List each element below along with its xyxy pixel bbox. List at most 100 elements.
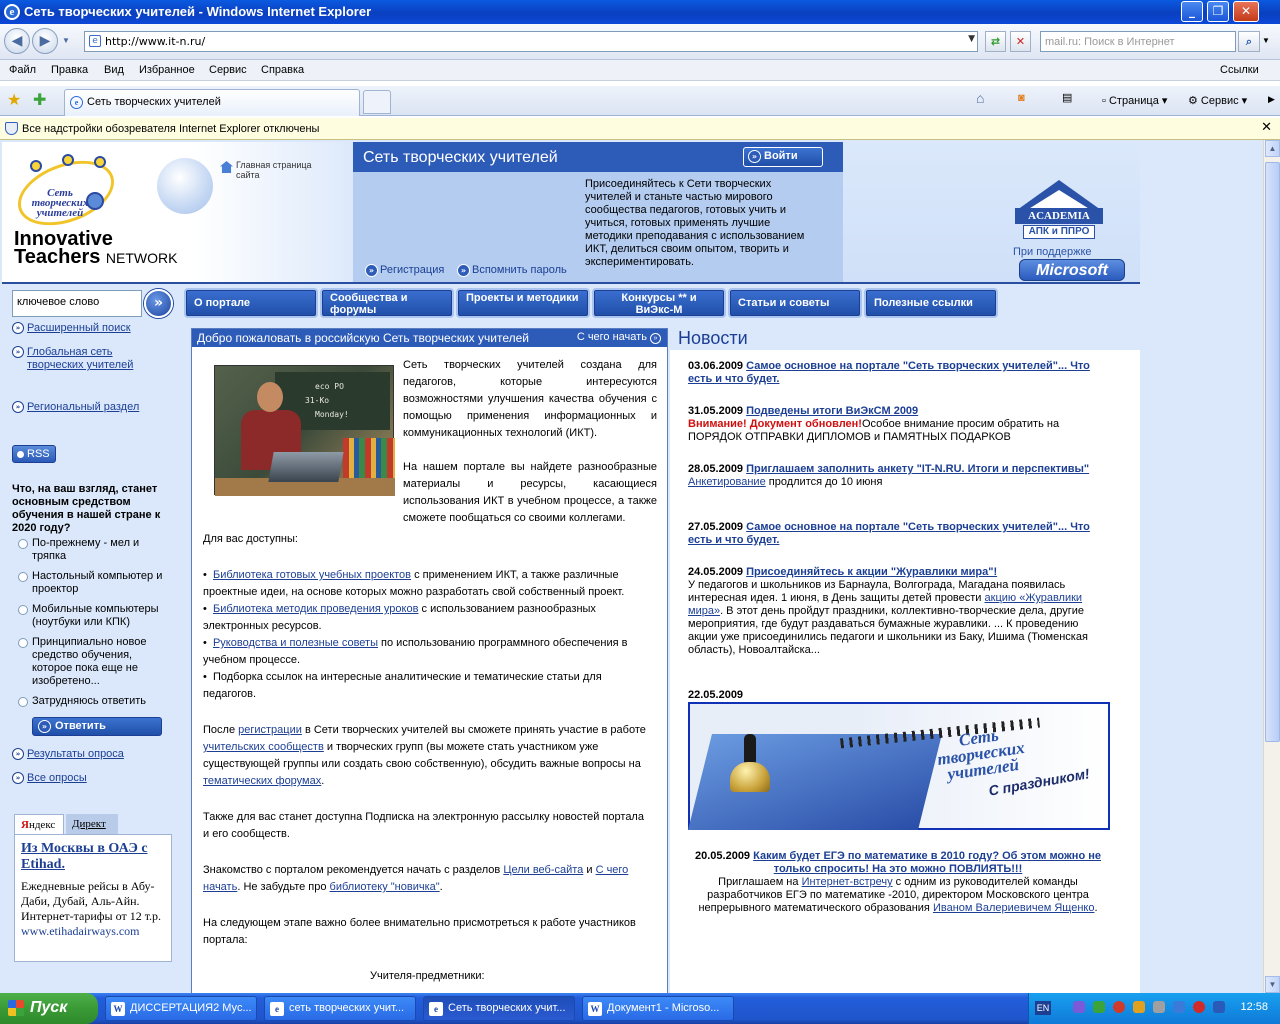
refresh-button[interactable]: ⇄: [985, 31, 1006, 52]
nav-tab-articles[interactable]: Статьи и советы: [728, 288, 862, 318]
academia-logo[interactable]: ACADEMIA АПК и ППРО: [1015, 180, 1103, 242]
ad-title[interactable]: Из Москвы в ОАЭ с Etihad.: [21, 841, 165, 873]
guides-link[interactable]: Руководства и полезные советы: [213, 637, 378, 649]
search-button[interactable]: ⌕: [1238, 31, 1260, 52]
language-indicator[interactable]: EN: [1035, 1001, 1051, 1015]
taskbar-item[interactable]: e сеть творческих учит...: [264, 996, 416, 1021]
tray-icon[interactable]: [1153, 1001, 1165, 1013]
address-input[interactable]: e http://www.it-n.ru/ ▼: [84, 31, 978, 52]
register-link[interactable]: » Регистрация: [365, 264, 444, 277]
radio-button[interactable]: [18, 539, 28, 549]
poll-option[interactable]: Затрудняюсь ответить: [18, 695, 168, 708]
taskbar-item-active[interactable]: e Сеть творческих учит...: [423, 996, 575, 1021]
rss-button[interactable]: RSS: [12, 445, 56, 463]
forums-link[interactable]: тематических форумах: [203, 775, 321, 787]
menu-favorites[interactable]: Избранное: [139, 64, 195, 76]
news-title-link[interactable]: Самое основное на портале "Сеть творческ…: [688, 521, 1090, 546]
news-title-link[interactable]: Присоединяйтесь к акции "Журавлики мира"…: [746, 566, 997, 578]
scroll-thumb[interactable]: [1265, 162, 1280, 742]
page-menu[interactable]: ▫ Страница ▾: [1102, 94, 1167, 107]
poll-answer-button[interactable]: » Ответить: [32, 717, 162, 736]
lessons-library-link[interactable]: Библиотека методик проведения уроков: [213, 603, 418, 615]
home-icon[interactable]: ⌂: [976, 90, 984, 106]
newbie-library-link[interactable]: библиотеку "новичка": [330, 881, 440, 893]
nav-tab-communities[interactable]: Сообщества и форумы: [320, 288, 454, 318]
brand-name[interactable]: Innovative Teachers NETWORK: [14, 229, 177, 267]
poll-option[interactable]: Настольный компьютер и проектор: [18, 570, 168, 596]
advanced-search-link[interactable]: » Расширенный поиск: [12, 322, 131, 335]
minimize-button[interactable]: _: [1181, 1, 1203, 22]
nav-tab-contests[interactable]: Конкурсы ** и ВиЭкс-М: [592, 288, 726, 318]
registration-link[interactable]: регистрации: [238, 724, 302, 736]
global-network-link[interactable]: » Глобальная сеть творческих учителей: [12, 346, 152, 372]
news-title-link[interactable]: Каким будет ЕГЭ по математике в 2010 год…: [753, 850, 1101, 875]
online-meeting-link[interactable]: Интернет-встречу: [802, 876, 893, 888]
menu-view[interactable]: Вид: [104, 64, 124, 76]
menu-help[interactable]: Справка: [261, 64, 304, 76]
communities-link[interactable]: учительских сообществ: [203, 741, 324, 753]
regional-section-link[interactable]: » Региональный раздел: [12, 401, 139, 414]
poll-results-link[interactable]: » Результаты опроса: [12, 748, 124, 761]
tray-icon[interactable]: [1093, 1001, 1105, 1013]
yaschenko-link[interactable]: Иваном Валериевичем Ященко: [933, 902, 1095, 914]
close-button[interactable]: ✕: [1233, 1, 1259, 22]
menu-tools[interactable]: Сервис: [209, 64, 247, 76]
start-here-link[interactable]: С чего начать »: [577, 331, 661, 344]
yandex-tab[interactable]: Яндекс: [14, 814, 64, 834]
feeds-icon[interactable]: ◙: [1018, 92, 1025, 104]
ad-url[interactable]: www.etihadairways.com: [21, 924, 165, 939]
nav-tab-projects[interactable]: Проекты и методики: [456, 288, 590, 318]
direct-tab[interactable]: Директ: [66, 814, 118, 834]
search-go-button[interactable]: »: [144, 289, 173, 318]
taskbar-item[interactable]: W ДИССЕРТАЦИЯ2 Мус...: [105, 996, 257, 1021]
radio-button[interactable]: [18, 572, 28, 582]
forgot-password-link[interactable]: » Вспомнить пароль: [457, 264, 567, 277]
menu-links[interactable]: Ссылки: [1220, 64, 1259, 76]
login-button[interactable]: » Войти: [743, 147, 823, 167]
news-title-link[interactable]: Самое основное на портале "Сеть творческ…: [688, 360, 1090, 385]
nav-tab-about[interactable]: О портале: [184, 288, 318, 318]
news-title-link[interactable]: Подведены итоги ВиЭкСМ 2009: [746, 405, 918, 417]
poll-option[interactable]: По-прежнему - мел и тряпка: [18, 537, 168, 563]
search-input[interactable]: mail.ru: Поиск в Интернет: [1040, 31, 1236, 52]
stop-button[interactable]: ✕: [1010, 31, 1031, 52]
microsoft-logo[interactable]: Microsoft: [1019, 259, 1125, 281]
close-info-bar-icon[interactable]: ✕: [1261, 120, 1272, 135]
start-button[interactable]: Пуск: [0, 993, 98, 1024]
scroll-down-button[interactable]: ▼: [1265, 976, 1280, 993]
radio-button[interactable]: [18, 638, 28, 648]
news-title-link[interactable]: Приглашаем заполнить анкету "IT-N.RU. Ит…: [746, 463, 1089, 475]
poll-option[interactable]: Принципиально новое средство обучения, к…: [18, 636, 148, 688]
radio-button[interactable]: [18, 605, 28, 615]
keyword-search-input[interactable]: ключевое слово: [12, 290, 142, 317]
tray-icon[interactable]: [1193, 1001, 1205, 1013]
add-favorite-icon[interactable]: ✚: [33, 90, 46, 110]
address-dropdown-icon[interactable]: ▼: [968, 34, 975, 44]
tray-icon[interactable]: [1113, 1001, 1125, 1013]
all-polls-link[interactable]: » Все опросы: [12, 772, 87, 785]
menu-edit[interactable]: Правка: [51, 64, 88, 76]
tools-menu[interactable]: ⚙ Сервис ▾: [1188, 94, 1247, 107]
maximize-button[interactable]: ❐: [1207, 1, 1229, 22]
tray-icon[interactable]: [1073, 1001, 1085, 1013]
site-goals-link[interactable]: Цели веб-сайта: [503, 864, 583, 876]
info-bar[interactable]: Все надстройки обозревателя Internet Exp…: [0, 118, 1280, 140]
vertical-scrollbar[interactable]: ▲ ▼: [1263, 140, 1280, 993]
menu-file[interactable]: Файл: [9, 64, 36, 76]
holiday-banner[interactable]: Сеть творческих учителей С праздником!: [688, 702, 1110, 830]
radio-button[interactable]: [18, 697, 28, 707]
survey-link[interactable]: Анкетирование: [688, 476, 766, 488]
tray-icon[interactable]: [1213, 1001, 1225, 1013]
projects-library-link[interactable]: Библиотека готовых учебных проектов: [213, 569, 411, 581]
clock[interactable]: 12:58: [1240, 1001, 1268, 1013]
favorites-star-icon[interactable]: ★: [7, 90, 21, 110]
toolbar-overflow-icon[interactable]: ▶: [1268, 94, 1275, 105]
poll-option[interactable]: Мобильные компьютеры (ноутбуки или КПК): [18, 603, 168, 629]
tray-icon[interactable]: [1173, 1001, 1185, 1013]
back-button[interactable]: ◀: [4, 28, 30, 54]
home-link[interactable]: Главная страница сайта: [220, 160, 326, 180]
history-dropdown-icon[interactable]: ▼: [62, 36, 70, 45]
print-icon[interactable]: ▤: [1062, 91, 1072, 104]
new-tab-button[interactable]: [363, 90, 391, 114]
tray-icon[interactable]: [1133, 1001, 1145, 1013]
